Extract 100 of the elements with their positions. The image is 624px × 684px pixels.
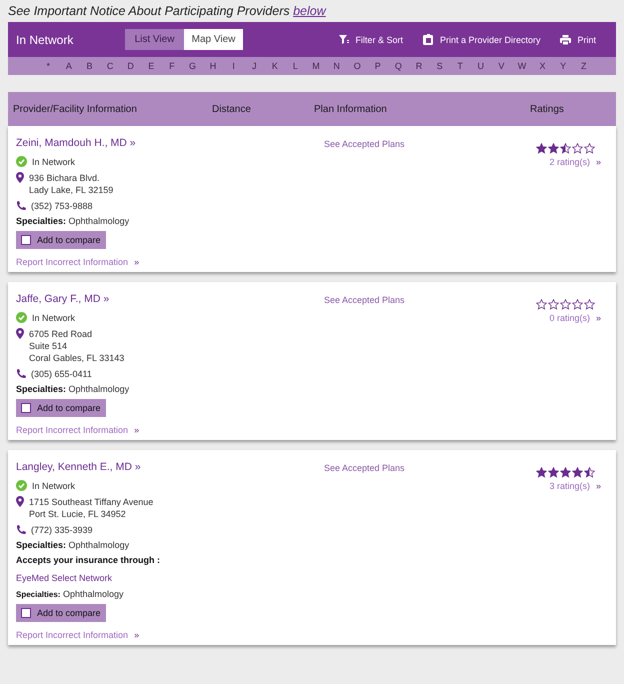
phone-number: (352) 753-9888 xyxy=(31,201,93,211)
network-status: In Network xyxy=(32,156,76,166)
accepted-plans-link[interactable]: See Accepted Plans xyxy=(324,139,405,149)
add-to-compare-button[interactable]: Add to compare xyxy=(16,231,106,249)
add-to-compare-button[interactable]: Add to compare xyxy=(16,604,106,622)
letter-link[interactable]: D xyxy=(120,61,141,71)
star-icon xyxy=(584,299,595,310)
star-icon xyxy=(548,143,559,154)
report-link[interactable]: Report Incorrect Information xyxy=(16,257,128,267)
letter-link[interactable]: H xyxy=(202,61,224,71)
notice-text: See Important Notice About Participating Providers below xyxy=(7,3,328,20)
letter-link[interactable]: U xyxy=(470,61,492,71)
printer-icon xyxy=(560,34,572,44)
letter-link[interactable]: A xyxy=(58,61,80,71)
star-icon xyxy=(548,467,559,478)
star-icon xyxy=(560,467,571,478)
chevron-text: » xyxy=(596,481,601,491)
phone-icon xyxy=(16,525,26,535)
location-pin-icon xyxy=(16,328,24,339)
letter-link[interactable]: Y xyxy=(552,61,574,71)
phone-icon xyxy=(16,369,26,379)
star-icon xyxy=(536,299,547,310)
star-icon xyxy=(560,299,571,310)
star-icon xyxy=(584,467,595,478)
check-icon xyxy=(16,480,27,491)
ratings-link[interactable]: 2 rating(s) xyxy=(549,157,590,167)
add-to-compare-button[interactable]: Add to compare xyxy=(16,399,106,417)
ratings-link[interactable]: 3 rating(s) xyxy=(549,481,590,491)
chevron-text: » xyxy=(596,313,601,323)
letter-link[interactable]: V xyxy=(491,61,512,71)
chevron-text: » xyxy=(134,425,140,435)
letter-link[interactable]: F xyxy=(162,61,182,71)
letter-link[interactable]: G xyxy=(182,61,203,71)
specialties-text: Specialties: Ophthalmology xyxy=(16,384,130,394)
column-header: Provider/Facility Information xyxy=(12,104,138,114)
letter-link[interactable]: J xyxy=(244,61,265,71)
letter-link[interactable]: C xyxy=(100,61,120,71)
location-pin-icon xyxy=(16,496,24,507)
star-icon xyxy=(536,143,547,154)
address-line: Suite 514 xyxy=(29,340,68,352)
chevron-text: » xyxy=(134,257,140,267)
letter-link[interactable]: B xyxy=(79,61,100,71)
report-link[interactable]: Report Incorrect Information xyxy=(16,630,128,640)
letter-link[interactable]: E xyxy=(140,61,162,71)
column-header: Ratings xyxy=(529,104,565,114)
star-icon xyxy=(572,299,583,310)
specialties-text: Specialties: Ophthalmology xyxy=(16,540,130,550)
letter-link[interactable]: T xyxy=(450,61,470,71)
compare-checkbox[interactable] xyxy=(21,608,31,618)
accepted-plans-link[interactable]: See Accepted Plans xyxy=(324,295,405,305)
letter-link[interactable]: I xyxy=(223,61,244,71)
address-line: Coral Gables, FL 33143 xyxy=(29,352,124,364)
letter-link[interactable]: Z xyxy=(573,61,594,71)
address-line: 1715 Southeast Tiffany Avenue xyxy=(29,496,154,508)
check-icon xyxy=(16,312,27,323)
star-icon xyxy=(572,143,583,154)
letter-link[interactable]: X xyxy=(532,61,553,71)
letter-link[interactable]: R xyxy=(408,61,430,71)
view-tab[interactable]: List View xyxy=(125,29,184,50)
specialties-text: Specialties: Ophthalmology xyxy=(16,216,130,226)
provider-name-link[interactable]: Zeini, Mamdouh H., MD » xyxy=(16,137,316,149)
view-tab[interactable]: Map View xyxy=(184,29,243,50)
address-line: Port St. Lucie, FL 34952 xyxy=(29,508,127,520)
star-icon xyxy=(548,299,559,310)
star-icon xyxy=(536,467,547,478)
compare-checkbox[interactable] xyxy=(21,235,31,245)
insurance-network-link[interactable]: EyeMed Select Network xyxy=(16,573,316,583)
letter-link[interactable]: Q xyxy=(388,61,409,71)
letter-link[interactable]: M xyxy=(306,61,326,71)
letter-link[interactable]: O xyxy=(346,61,368,71)
letter-link[interactable]: S xyxy=(429,61,450,71)
star-icon xyxy=(584,143,595,154)
letter-link[interactable]: L xyxy=(285,61,306,71)
check-icon xyxy=(16,156,27,167)
column-header: Plan Information xyxy=(314,104,388,114)
provider-name-link[interactable]: Langley, Kenneth E., MD » xyxy=(16,461,316,473)
ratings-link[interactable]: 0 rating(s) xyxy=(549,313,590,323)
star-icon xyxy=(560,143,571,154)
chevron-text: » xyxy=(596,157,601,167)
toolbar-action[interactable]: Print a Provider Directory xyxy=(422,34,540,45)
report-link[interactable]: Report Incorrect Information xyxy=(16,425,128,435)
letter-link[interactable]: P xyxy=(368,61,388,71)
insurance-label: Accepts your insurance through : xyxy=(16,555,162,565)
toolbar-title: In Network xyxy=(15,32,74,46)
letter-link[interactable]: W xyxy=(512,61,532,71)
letter-link[interactable]: K xyxy=(264,61,286,71)
toolbar-action[interactable]: Print xyxy=(560,34,596,45)
accepted-plans-link[interactable]: See Accepted Plans xyxy=(324,463,405,473)
provider-name-link[interactable]: Jaffe, Gary F., MD » xyxy=(16,293,316,305)
column-header: Distance xyxy=(212,104,252,114)
phone-number: (772) 335-3939 xyxy=(31,525,93,535)
letter-link[interactable]: N xyxy=(326,61,347,71)
chevron-text: » xyxy=(134,630,140,640)
specialties-text: Specialties: Ophthalmology xyxy=(16,589,125,599)
phone-number: (305) 655-0411 xyxy=(31,369,92,379)
compare-checkbox[interactable] xyxy=(21,403,31,413)
letter-link[interactable]: * xyxy=(38,61,59,71)
address-line: 936 Bichara Blvd. xyxy=(29,172,101,184)
notice-link[interactable]: below xyxy=(293,4,326,18)
toolbar-action[interactable]: Filter & Sort xyxy=(339,34,403,45)
